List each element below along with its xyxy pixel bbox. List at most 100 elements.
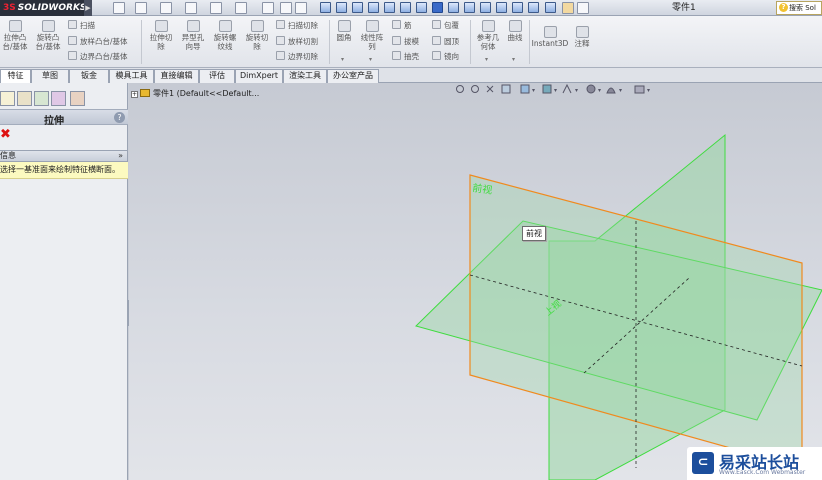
view-front-icon[interactable]: [320, 2, 331, 13]
draft-icon: [392, 36, 401, 45]
annotation-button[interactable]: 注释: [571, 26, 593, 48]
display-style-icon[interactable]: [545, 2, 556, 13]
tab-direct-edit[interactable]: 直接编辑: [154, 69, 199, 83]
draft-button[interactable]: 拔模: [392, 36, 419, 47]
lofted-cut-button[interactable]: 放样切割: [276, 36, 318, 47]
rib-button[interactable]: 筋: [392, 20, 412, 31]
view-left-icon[interactable]: [352, 2, 363, 13]
fillet-dropdown-icon[interactable]: ▾: [341, 56, 344, 63]
sweep-button[interactable]: 扫描: [68, 20, 95, 31]
mirror-icon: [432, 51, 441, 60]
view-trimetric-icon[interactable]: [448, 2, 459, 13]
two-view-vertical-icon[interactable]: [496, 2, 507, 13]
revolve-cut-label: 旋转切 除: [245, 33, 269, 51]
tab-sheet-metal[interactable]: 钣金: [69, 69, 109, 83]
wrap-button[interactable]: 包覆: [432, 20, 459, 31]
link-views-icon[interactable]: [528, 2, 539, 13]
options-icon[interactable]: [295, 2, 307, 14]
shell-button[interactable]: 抽壳: [392, 51, 419, 62]
view-top-icon[interactable]: [384, 2, 395, 13]
print-icon[interactable]: [185, 2, 197, 14]
four-view-icon[interactable]: [512, 2, 523, 13]
extrude-boss-button[interactable]: 拉伸凸 台/基体: [0, 20, 30, 51]
search-input[interactable]: ? 搜索 Sol: [776, 1, 822, 15]
reference-geometry-dropdown-icon[interactable]: ▾: [485, 56, 488, 63]
help-icon[interactable]: ?: [114, 112, 125, 123]
view-settings-icon[interactable]: [577, 2, 589, 14]
extrude-boss-icon: [8, 20, 22, 32]
fillet-button[interactable]: 圆角: [332, 20, 356, 42]
tab-dimxpert[interactable]: DimXpert: [235, 69, 283, 83]
loft-icon: [68, 36, 77, 45]
two-view-horizontal-icon[interactable]: [480, 2, 491, 13]
new-file-icon[interactable]: [113, 2, 125, 14]
configuration-manager-icon[interactable]: [34, 91, 49, 106]
curves-button[interactable]: 曲线: [504, 20, 526, 42]
revolve-cut-button[interactable]: 旋转切 除: [242, 20, 272, 51]
tab-evaluate[interactable]: 评估: [199, 69, 235, 83]
ribbon-separator: [329, 20, 330, 64]
reference-geometry-button[interactable]: 参考几 何体: [474, 20, 502, 51]
menu-arrow-icon[interactable]: ▶: [84, 0, 92, 16]
revolve-boss-button[interactable]: 旋转凸 台/基体: [32, 20, 64, 51]
pattern-dropdown-icon[interactable]: ▾: [369, 56, 372, 63]
loft-button[interactable]: 放样凸台/基体: [68, 36, 128, 47]
shell-icon: [392, 51, 401, 60]
reference-geometry-icon: [481, 20, 495, 32]
instant3d-button[interactable]: Instant3D: [531, 26, 569, 48]
dome-button[interactable]: 圆顶: [432, 36, 459, 47]
reference-planes[interactable]: 前视 上视: [129, 83, 822, 480]
save-icon[interactable]: [160, 2, 172, 14]
revolve-boss-label: 旋转凸 台/基体: [35, 33, 61, 51]
view-iso-icon[interactable]: [416, 2, 427, 13]
message-group-header[interactable]: 信息 »: [0, 150, 128, 162]
view-normal-icon[interactable]: [432, 2, 443, 13]
tab-features[interactable]: 特征: [0, 69, 31, 83]
linear-pattern-button[interactable]: 线性阵 列: [358, 20, 386, 51]
boundary-boss-icon: [68, 51, 77, 60]
mirror-button[interactable]: 镜向: [432, 51, 459, 62]
property-manager-icon[interactable]: [17, 91, 32, 106]
single-view-icon[interactable]: [464, 2, 475, 13]
collapse-icon[interactable]: »: [118, 151, 123, 161]
panel-tab-icons: [0, 91, 128, 107]
boundary-cut-button[interactable]: 边界切除: [276, 51, 318, 62]
watermark-logo-icon: ⊂: [692, 452, 714, 474]
ribbon-separator: [470, 20, 471, 64]
appearance-icon[interactable]: [562, 2, 574, 14]
dimxpert-manager-icon[interactable]: [51, 91, 66, 106]
cancel-icon[interactable]: ✖: [0, 128, 11, 141]
fillet-label: 圆角: [336, 33, 352, 42]
tab-render-tools[interactable]: 渲染工具: [283, 69, 327, 83]
message-group-title: 信息: [0, 151, 16, 160]
rebuild-icon[interactable]: [262, 2, 274, 14]
command-manager: 拉伸凸 台/基体 旋转凸 台/基体 扫描 放样凸台/基体 边界凸台/基体 拉伸切…: [0, 16, 822, 68]
revolve-cut-icon: [250, 20, 264, 32]
view-bottom-icon[interactable]: [400, 2, 411, 13]
curves-dropdown-icon[interactable]: ▾: [512, 56, 515, 63]
view-right-icon[interactable]: [368, 2, 379, 13]
rib-label: 筋: [404, 21, 412, 30]
loft-label: 放样凸台/基体: [80, 37, 128, 46]
swept-cut-button[interactable]: 扫描切除: [276, 20, 318, 31]
document-title: 零件1: [672, 3, 696, 13]
undo-icon[interactable]: [210, 2, 222, 14]
view-back-icon[interactable]: [336, 2, 347, 13]
thread-button[interactable]: 旋转螺 纹线: [210, 20, 240, 51]
swept-cut-icon: [276, 20, 285, 29]
graphics-area[interactable]: + 零件1 (Default<<Default... ▾ ▾ ▾ ▾ ▾ ▾ 前…: [129, 83, 822, 480]
extrude-cut-button[interactable]: 拉伸切 除: [146, 20, 176, 51]
feature-tree-icon[interactable]: [0, 91, 15, 106]
display-manager-icon[interactable]: [70, 91, 85, 106]
extrude-cut-icon: [154, 20, 168, 32]
boundary-boss-button[interactable]: 边界凸台/基体: [68, 51, 128, 62]
file-properties-icon[interactable]: [280, 2, 292, 14]
tab-sketch[interactable]: 草图: [31, 69, 69, 83]
open-file-icon[interactable]: [135, 2, 147, 14]
hole-wizard-button[interactable]: 异型孔 向导: [178, 20, 208, 51]
property-manager-panel: 拉伸 ? ✖ 信息 » 选择一基准面来绘制特征横断面。: [0, 83, 128, 480]
select-icon[interactable]: [235, 2, 247, 14]
solidworks-logo[interactable]: 3S SOLIDWORKS: [0, 0, 90, 16]
tab-office-products[interactable]: 办公室产品: [327, 69, 379, 83]
tab-mold-tools[interactable]: 模具工具: [109, 69, 154, 83]
